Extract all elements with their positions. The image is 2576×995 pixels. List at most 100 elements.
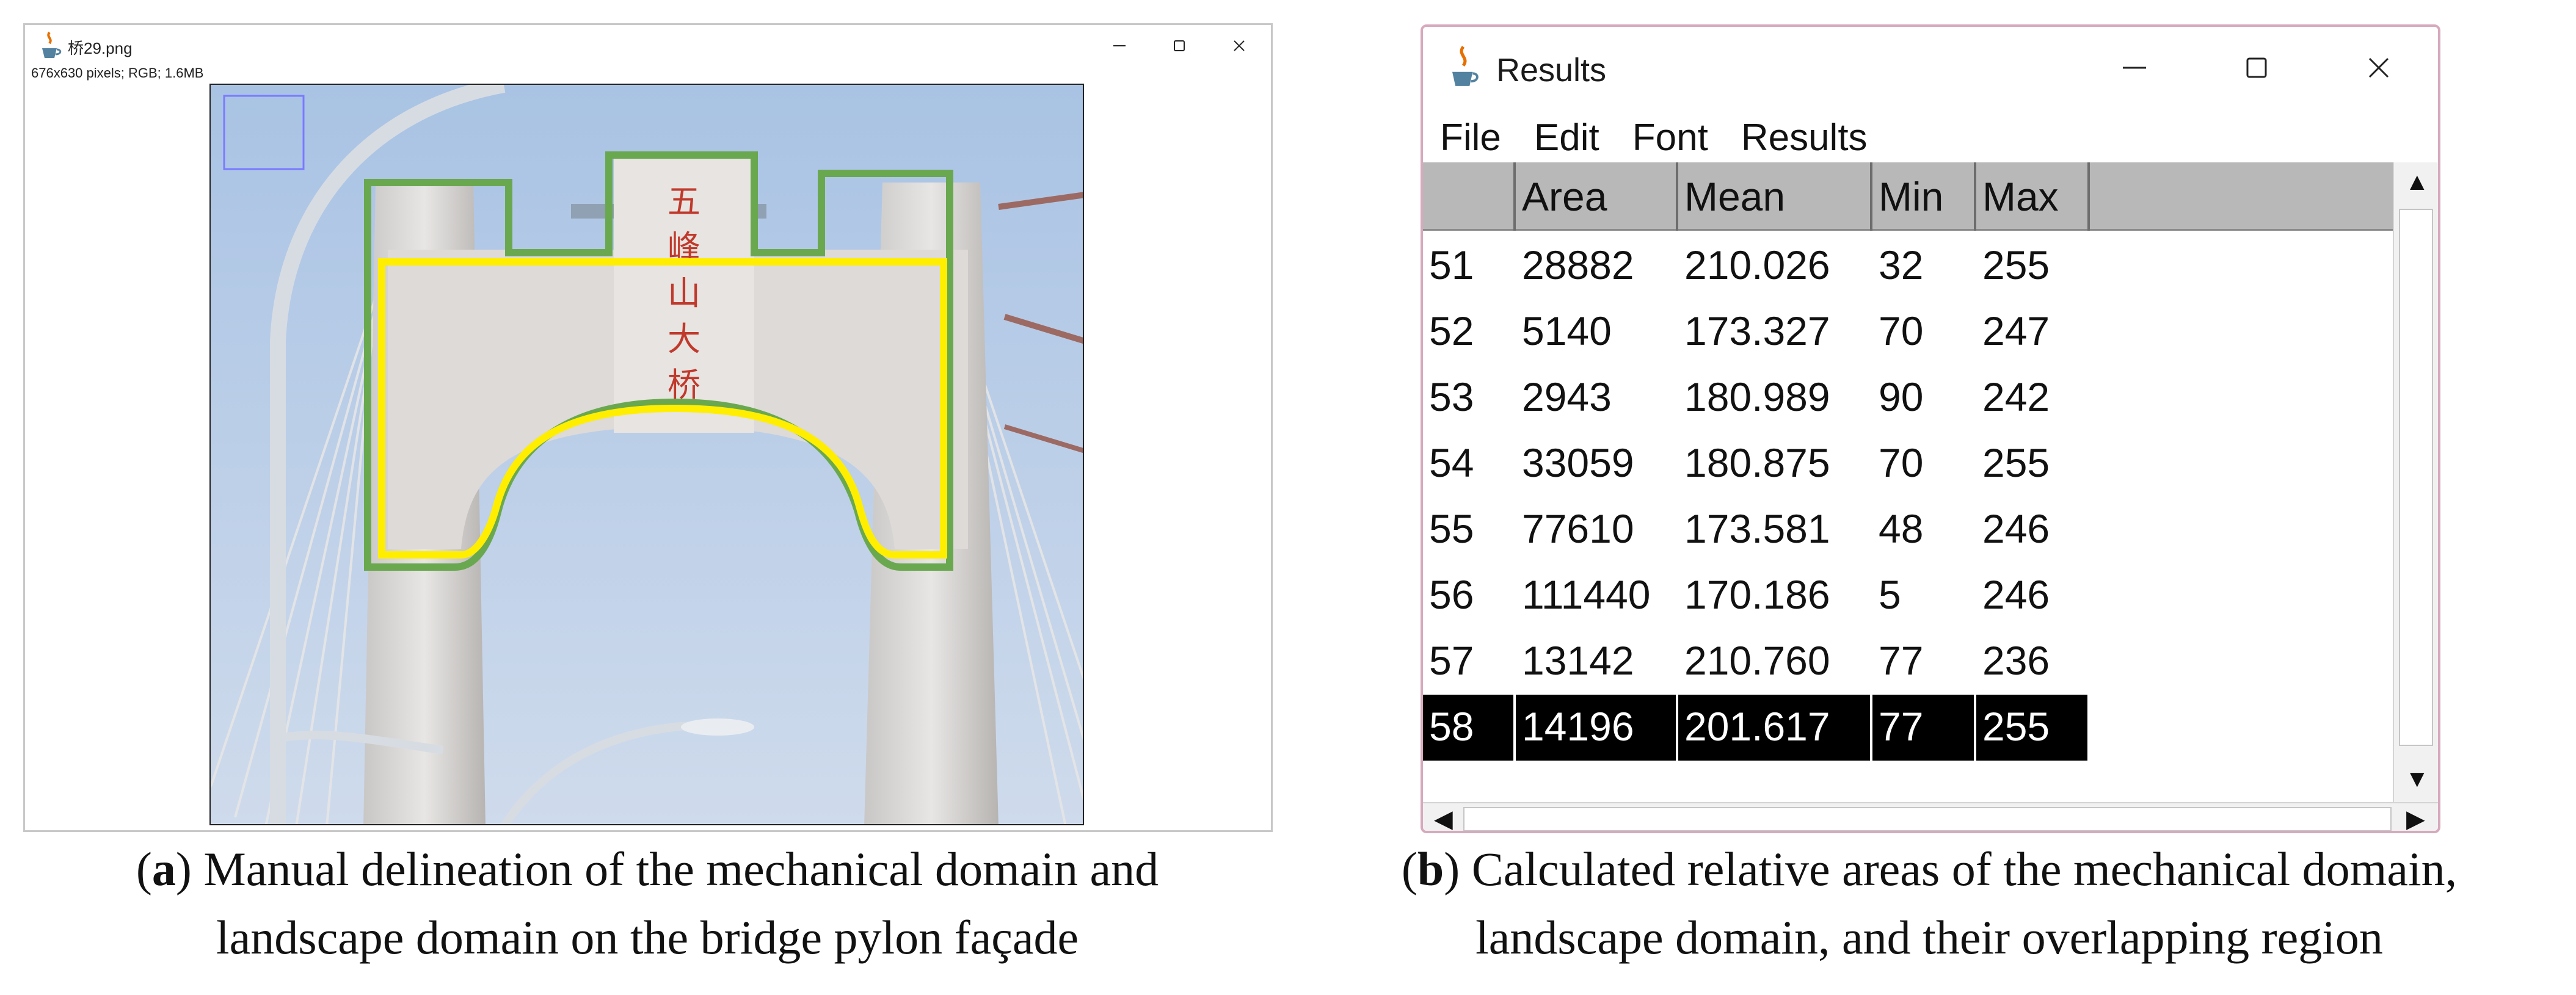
mean-cell: 201.617 — [1678, 695, 1872, 761]
sign-character: 五 — [668, 183, 700, 221]
caption-a-letter: a — [151, 842, 176, 896]
mean-cell: 210.760 — [1684, 638, 1830, 683]
max-cell: 246 — [1982, 572, 2050, 617]
table-row[interactable]: 54 33059 180.875 70 255 — [1423, 431, 2393, 497]
mean-cell: 173.327 — [1684, 308, 1830, 353]
caption-b: (b) Calculated relative areas of the mec… — [1283, 835, 2576, 972]
maximize-button[interactable] — [2235, 46, 2278, 89]
min-cell: 5 — [1879, 572, 1901, 617]
viewer-title: 桥29.png — [68, 39, 133, 57]
minimize-icon — [1113, 45, 1126, 46]
mean-cell: 180.989 — [1684, 374, 1830, 419]
caption-a-line1: Manual delineation of the mechanical dom… — [203, 842, 1159, 896]
table-row[interactable]: 51 28882 210.026 32 255 — [1423, 233, 2393, 299]
menu-font[interactable]: Font — [1632, 116, 1708, 159]
table-row[interactable]: 56 111440 170.186 5 246 — [1423, 563, 2393, 629]
area-cell: 13142 — [1522, 638, 1634, 683]
caption-a-line2: landscape domain on the bridge pylon faç… — [216, 911, 1079, 964]
area-cell: 5140 — [1522, 308, 1612, 353]
mean-cell: 170.186 — [1684, 572, 1830, 617]
java-cup-icon — [42, 31, 62, 58]
minimize-button[interactable] — [2113, 46, 2156, 89]
area-cell: 77610 — [1522, 506, 1634, 551]
max-cell: 236 — [1982, 638, 2050, 683]
menu-file[interactable]: File — [1440, 116, 1501, 159]
close-button[interactable] — [1227, 34, 1251, 58]
row-index-cell: 51 — [1429, 242, 1474, 288]
max-cell: 246 — [1982, 506, 2050, 551]
row-index-cell: 52 — [1429, 308, 1474, 353]
max-cell: 255 — [1982, 440, 2050, 485]
max-cell: 255 — [1976, 695, 2090, 761]
scroll-down-arrow-icon[interactable]: ▼ — [2405, 767, 2429, 791]
vertical-scrollbar[interactable]: ▲ ▼ — [2393, 162, 2438, 802]
column-header-max[interactable]: Max — [1976, 162, 2090, 231]
close-button[interactable] — [2357, 46, 2400, 89]
table-row[interactable]: 55 77610 173.581 48 246 — [1423, 497, 2393, 563]
results-title: Results — [1496, 52, 1607, 89]
java-cup-icon — [1452, 45, 1479, 86]
row-index-cell: 54 — [1429, 440, 1474, 485]
image-info-text: 676x630 pixels; RGB; 1.6MB — [31, 65, 204, 81]
scroll-up-arrow-icon[interactable]: ▲ — [2405, 170, 2429, 194]
viewer-title-bar[interactable]: 桥29.png — [25, 25, 1271, 67]
min-cell: 32 — [1879, 242, 1924, 288]
min-cell: 70 — [1879, 440, 1924, 485]
horizontal-scrollbar[interactable]: ◀ ▶ — [1423, 802, 2438, 831]
area-cell: 111440 — [1522, 572, 1651, 617]
column-header-mean[interactable]: Mean — [1678, 162, 1872, 231]
minimize-icon — [2123, 67, 2146, 69]
close-icon — [2368, 57, 2389, 78]
maximize-icon — [1174, 40, 1185, 51]
column-header-index[interactable] — [1423, 162, 1516, 231]
table-header: Area Mean Min Max — [1423, 162, 2393, 231]
horizontal-scroll-thumb[interactable] — [1463, 807, 2392, 831]
column-header-min[interactable]: Min — [1872, 162, 1976, 231]
close-icon — [1234, 40, 1245, 51]
row-index-cell: 58 — [1423, 695, 1516, 761]
area-cell: 14196 — [1516, 695, 1678, 761]
scroll-left-arrow-icon[interactable]: ◀ — [1434, 807, 1453, 831]
results-window: Results File Edit Font Results Area Mean… — [1421, 24, 2440, 833]
max-cell: 247 — [1982, 308, 2050, 353]
results-title-bar[interactable]: Results — [1423, 27, 2438, 106]
mean-cell: 210.026 — [1684, 242, 1830, 288]
max-cell: 255 — [1982, 242, 2050, 288]
table-row[interactable]: 57 13142 210.760 77 236 — [1423, 629, 2393, 695]
caption-b-line1: Calculated relative areas of the mechani… — [1471, 842, 2458, 896]
menu-edit[interactable]: Edit — [1534, 116, 1599, 159]
menu-bar: File Edit Font Results — [1423, 110, 2438, 165]
sign-character: 山 — [668, 274, 700, 313]
scroll-right-arrow-icon[interactable]: ▶ — [2406, 807, 2425, 831]
minimize-button[interactable] — [1107, 34, 1132, 58]
column-header-area[interactable]: Area — [1516, 162, 1678, 231]
caption-a: (a) Manual delineation of the mechanical… — [12, 835, 1283, 972]
row-index-cell: 56 — [1429, 572, 1474, 617]
image-canvas[interactable]: 五 峰 山 大 桥 — [209, 84, 1084, 825]
area-cell: 2943 — [1522, 374, 1612, 419]
maximize-button[interactable] — [1167, 34, 1192, 58]
caption-b-letter: b — [1417, 842, 1444, 896]
vertical-scroll-thumb[interactable] — [2399, 209, 2433, 746]
min-cell: 70 — [1879, 308, 1924, 353]
min-cell: 77 — [1879, 638, 1924, 683]
mean-cell: 173.581 — [1684, 506, 1830, 551]
results-table[interactable]: Area Mean Min Max 51 28882 210.026 32 255 52 5… — [1423, 162, 2393, 802]
sign-character: 桥 — [668, 366, 700, 404]
area-cell: 28882 — [1522, 242, 1634, 288]
image-viewer-window: 桥29.png 676x630 pixels; RGB; 1.6MB 五 峰 山… — [23, 23, 1273, 832]
maximize-icon — [2246, 57, 2267, 78]
table-row[interactable]: 58 14196 201.617 77 255 — [1423, 695, 2393, 761]
bridge-pylon-photo: 五 峰 山 大 桥 — [211, 85, 1083, 824]
table-row[interactable]: 52 5140 173.327 70 247 — [1423, 299, 2393, 365]
menu-results[interactable]: Results — [1741, 116, 1868, 159]
max-cell: 242 — [1982, 374, 2050, 419]
min-cell: 48 — [1879, 506, 1924, 551]
row-index-cell: 55 — [1429, 506, 1474, 551]
table-row[interactable]: 53 2943 180.989 90 242 — [1423, 365, 2393, 431]
sign-character: 大 — [668, 320, 700, 358]
area-cell: 33059 — [1522, 440, 1634, 485]
row-index-cell: 57 — [1429, 638, 1474, 683]
mean-cell: 180.875 — [1684, 440, 1830, 485]
min-cell: 90 — [1879, 374, 1924, 419]
